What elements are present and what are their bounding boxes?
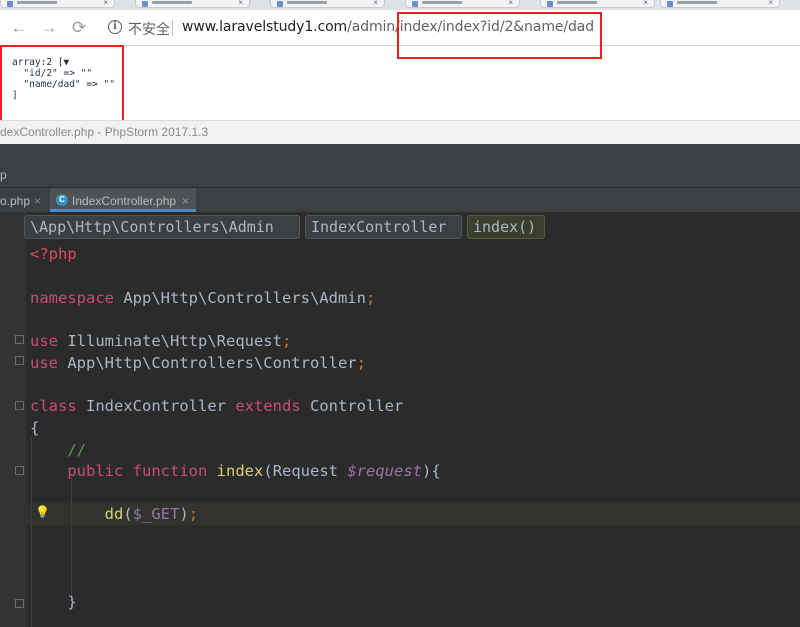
highlight-box-url — [397, 12, 602, 59]
browser-tabstrip: × × × × × × — [0, 0, 800, 10]
tab-o-php[interactable]: o.php × — [0, 188, 48, 212]
fold-marker-icon[interactable] — [15, 356, 24, 365]
browser-tab[interactable]: × — [0, 0, 115, 8]
fold-marker-icon[interactable] — [15, 466, 24, 475]
info-icon[interactable]: i — [108, 20, 122, 34]
code-line: <?php — [30, 245, 77, 263]
tab-favicon-icon — [547, 1, 553, 7]
url-host: www.laravelstudy1.com — [182, 19, 348, 35]
back-arrow-icon[interactable]: ← — [8, 17, 30, 39]
tab-favicon-icon — [7, 1, 13, 7]
ide-menu-strip — [0, 144, 800, 162]
tab-indexcontroller[interactable]: C IndexController.php × — [50, 188, 196, 212]
address-divider — [172, 20, 173, 36]
ide-window-title: dexController.php - PhpStorm 2017.1.3 — [0, 120, 800, 144]
code-editor[interactable]: \App\Http\Controllers\Admin IndexControl… — [0, 212, 800, 627]
browser-tab[interactable]: × — [135, 0, 250, 8]
tab-close-icon[interactable]: × — [103, 0, 108, 7]
reload-icon[interactable]: ⟳ — [68, 17, 90, 39]
tab-close-icon[interactable]: × — [373, 0, 378, 7]
php-class-icon: C — [56, 194, 68, 206]
tab-close-icon[interactable]: × — [34, 194, 41, 208]
ide-nav-bar: p — [0, 162, 800, 188]
tab-close-icon[interactable]: × — [238, 0, 243, 7]
indent-guide — [71, 477, 72, 595]
security-label[interactable]: 不安全 — [128, 19, 170, 39]
tab-favicon-icon — [667, 1, 673, 7]
code-line: // — [67, 441, 86, 459]
breadcrumb-namespace[interactable]: \App\Http\Controllers\Admin — [24, 215, 300, 239]
tab-favicon-icon — [412, 1, 418, 7]
breadcrumb-method[interactable]: index() — [467, 215, 545, 239]
highlight-box-dump — [0, 45, 124, 123]
fold-marker-icon[interactable] — [15, 401, 24, 410]
code-line: public function index(Request $request){ — [67, 462, 441, 480]
tab-close-icon[interactable]: × — [508, 0, 513, 7]
editor-gutter — [0, 212, 26, 627]
tab-favicon-icon — [277, 1, 283, 7]
tab-close-icon[interactable]: × — [768, 0, 773, 7]
browser-tab[interactable]: × — [660, 0, 780, 8]
fold-marker-icon[interactable] — [15, 335, 24, 344]
tab-favicon-icon — [142, 1, 148, 7]
tab-close-icon[interactable]: × — [182, 194, 189, 208]
tab-close-icon[interactable]: × — [643, 0, 648, 7]
fold-marker-icon[interactable] — [15, 599, 24, 608]
editor-tabs: o.php × C IndexController.php × — [0, 188, 800, 212]
code-line: class IndexController extends Controller — [30, 397, 404, 415]
code-line: dd($_GET); — [104, 505, 199, 523]
code-line: use Illuminate\Http\Request; — [30, 332, 292, 350]
browser-tab[interactable]: × — [270, 0, 385, 8]
code-line: namespace App\Http\Controllers\Admin; — [30, 289, 376, 307]
breadcrumb-class[interactable]: IndexController — [305, 215, 462, 239]
browser-tab[interactable]: × — [405, 0, 520, 8]
code-line: use App\Http\Controllers\Controller; — [30, 354, 366, 372]
code-line: { — [30, 419, 40, 437]
browser-tab[interactable]: × — [540, 0, 655, 8]
code-line: } — [67, 593, 77, 611]
forward-arrow-icon[interactable]: → — [38, 17, 60, 39]
